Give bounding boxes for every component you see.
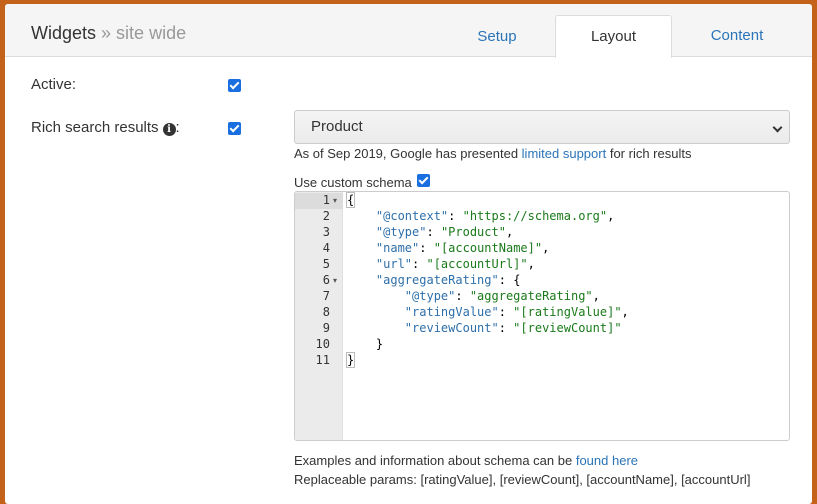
schema-type-value: Product	[311, 118, 363, 135]
json-value: "[ratingValue]"	[513, 305, 622, 319]
info-icon[interactable]: i	[162, 123, 176, 136]
fold-arrow-icon[interactable]: ▾	[333, 276, 337, 285]
code-line: "name": "[accountName]",	[375, 241, 550, 255]
rich-results-text: Rich search results	[31, 119, 159, 136]
json-value: "Product"	[440, 225, 506, 239]
line-number: 3	[322, 225, 330, 239]
title-subtitle: » site wide	[101, 23, 187, 43]
code-line: "ratingValue": "[ratingValue]",	[404, 305, 629, 319]
line-number: 11	[315, 353, 330, 367]
google-note-suffix: for rich results	[606, 146, 692, 161]
json-key: "@context"	[375, 209, 449, 223]
json-key: "url"	[375, 257, 413, 271]
active-label: Active:	[31, 76, 77, 93]
json-key: "aggregateRating"	[375, 273, 499, 287]
custom-schema-label: Use custom schema	[294, 175, 412, 190]
editor-gutter: 1 ▾ 2 3 4 5 6 ▾ 7 8 9 10 11	[295, 192, 343, 440]
json-value: "[reviewCount]"	[513, 321, 622, 335]
fold-arrow-icon[interactable]: ▾	[333, 196, 337, 205]
code-line: "@type": "aggregateRating",	[404, 289, 600, 303]
json-value: "aggregateRating"	[469, 289, 593, 303]
json-value: "https://schema.org"	[462, 209, 608, 223]
google-note: As of Sep 2019, Google has presented lim…	[294, 146, 691, 161]
params-note: Replaceable params: [ratingValue], [revi…	[294, 472, 751, 487]
tab-layout[interactable]: Layout	[555, 15, 672, 58]
json-value: "[accountName]"	[433, 241, 543, 255]
chevron-down-icon	[772, 122, 783, 133]
line-number: 1	[322, 193, 330, 207]
examples-note: Examples and information about schema ca…	[294, 453, 638, 468]
code-line: }	[345, 352, 356, 368]
line-number: 2	[322, 209, 330, 223]
tab-setup[interactable]: Setup	[447, 15, 547, 58]
limited-support-link[interactable]: limited support	[522, 146, 607, 161]
title-main: Widgets	[31, 23, 97, 43]
widget-panel: Widgets » site wide Setup Layout Content…	[5, 4, 812, 504]
json-brace: }	[375, 337, 384, 351]
page-title: Widgets » site wide	[31, 23, 186, 44]
examples-prefix: Examples and information about schema ca…	[294, 453, 576, 468]
google-note-prefix: As of Sep 2019, Google has presented	[294, 146, 522, 161]
code-line: "url": "[accountUrl]",	[375, 257, 535, 271]
json-key: "ratingValue"	[404, 305, 499, 319]
found-here-link[interactable]: found here	[576, 453, 638, 468]
line-number: 8	[322, 305, 330, 319]
json-key: "name"	[375, 241, 420, 255]
json-key: "@type"	[404, 289, 456, 303]
custom-schema-checkbox[interactable]	[417, 174, 430, 187]
rich-results-colon: :	[175, 119, 180, 136]
rich-results-checkbox[interactable]	[228, 122, 241, 135]
panel-header: Widgets » site wide Setup Layout Content	[5, 4, 812, 58]
code-line: "@type": "Product",	[375, 225, 514, 239]
line-number: 9	[322, 321, 330, 335]
json-brace: {	[345, 192, 356, 208]
rich-results-label: Rich search results i:	[31, 119, 180, 136]
code-line: {	[345, 192, 356, 208]
line-number: 5	[322, 257, 330, 271]
code-line: "aggregateRating": {	[375, 273, 521, 287]
json-key: "@type"	[375, 225, 427, 239]
schema-type-select[interactable]: Product	[294, 110, 790, 144]
tab-content[interactable]: Content	[687, 15, 787, 58]
schema-code-editor[interactable]: 1 ▾ 2 3 4 5 6 ▾ 7 8 9 10 11 { "@context": "https://s…	[294, 191, 790, 441]
code-line: "reviewCount": "[reviewCount]"	[404, 321, 622, 335]
line-number: 6	[322, 273, 330, 287]
json-value: {	[513, 273, 521, 287]
line-number: 7	[322, 289, 330, 303]
code-line: "@context": "https://schema.org",	[375, 209, 615, 223]
json-brace: }	[345, 352, 356, 368]
line-number: 10	[315, 337, 330, 351]
json-key: "reviewCount"	[404, 321, 499, 335]
code-line: }	[347, 337, 383, 351]
json-value: "[accountUrl]"	[426, 257, 528, 271]
active-checkbox[interactable]	[228, 79, 241, 92]
line-number: 4	[322, 241, 330, 255]
